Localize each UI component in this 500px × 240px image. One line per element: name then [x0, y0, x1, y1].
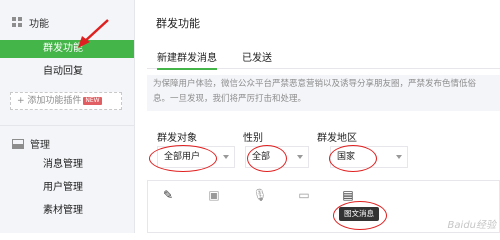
target-label: 群发对象 [157, 133, 197, 144]
notice-box: 为保障用户体验，微信公众平台严禁恶意营销以及诱导分享朋友圈，严禁发布色情低俗 息… [147, 75, 500, 111]
main-panel: 群发功能 新建群发消息 已发送 为保障用户体验，微信公众平台严禁恶意营销以及诱导… [135, 0, 500, 233]
page-title: 群发功能 [156, 17, 200, 30]
sidebar-item-messages[interactable]: 消息管理 [0, 156, 134, 174]
sidebar: 功能 群发功能 自动回复 + 添加功能插件 NEW 管理 消息管理 用户管理 素材… [0, 0, 135, 233]
sidebar-item-users[interactable]: 用户管理 [0, 179, 134, 197]
chevron-down-icon [223, 155, 229, 159]
add-plugin-label: + 添加功能插件 [17, 96, 82, 106]
manage-section-title: 管理 [12, 136, 50, 151]
voice-icon[interactable]: 🎙 [252, 188, 268, 202]
sidebar-item-label: 自动回复 [43, 66, 83, 77]
region-label: 群发地区 [317, 133, 357, 144]
highlight-circle-region [329, 145, 377, 172]
sidebar-item-label: 用户管理 [43, 182, 83, 193]
sidebar-item-auto-reply[interactable]: 自动回复 [0, 63, 134, 81]
video-icon[interactable]: ▭ [296, 188, 312, 202]
feature-section-label: 功能 [29, 19, 49, 30]
chevron-down-icon [297, 155, 303, 159]
chevron-down-icon [396, 155, 402, 159]
news-icon[interactable]: ▤ [340, 188, 356, 202]
image-icon[interactable]: ▣ [206, 188, 222, 202]
inbox-icon [12, 138, 24, 149]
sidebar-item-label: 素材管理 [43, 205, 83, 216]
tab-sent[interactable]: 已发送 [242, 49, 272, 64]
notice-line-2: 息。一旦发现，我们将严厉打击和处理。 [153, 94, 307, 104]
notice-line-1: 为保障用户体验，微信公众平台严禁恶意营销以及诱导分享朋友圈，严禁发布色情低俗 [153, 79, 477, 89]
annotation-arrow [78, 19, 109, 48]
highlight-circle-gender [247, 145, 287, 172]
grid-icon [12, 17, 22, 27]
sidebar-divider [0, 125, 134, 126]
gender-label: 性别 [243, 133, 263, 144]
watermark: Baidu经验 [447, 220, 496, 231]
manage-section-label: 管理 [30, 140, 50, 151]
sidebar-item-mass-send[interactable]: 群发功能 [0, 40, 134, 58]
highlight-circle-target [149, 145, 217, 172]
sidebar-item-label: 消息管理 [43, 159, 83, 170]
highlight-circle-news [333, 201, 387, 230]
sidebar-item-materials[interactable]: 素材管理 [0, 202, 134, 220]
feature-section-title: 功能 [12, 15, 49, 30]
new-badge: NEW [83, 96, 102, 105]
tab-new-mass-message[interactable]: 新建群发消息 [157, 49, 217, 70]
tab-bar: 新建群发消息 已发送 [147, 44, 500, 70]
pencil-icon[interactable]: ✎ [160, 188, 176, 202]
add-plugin-button[interactable]: + 添加功能插件 NEW [10, 92, 122, 110]
